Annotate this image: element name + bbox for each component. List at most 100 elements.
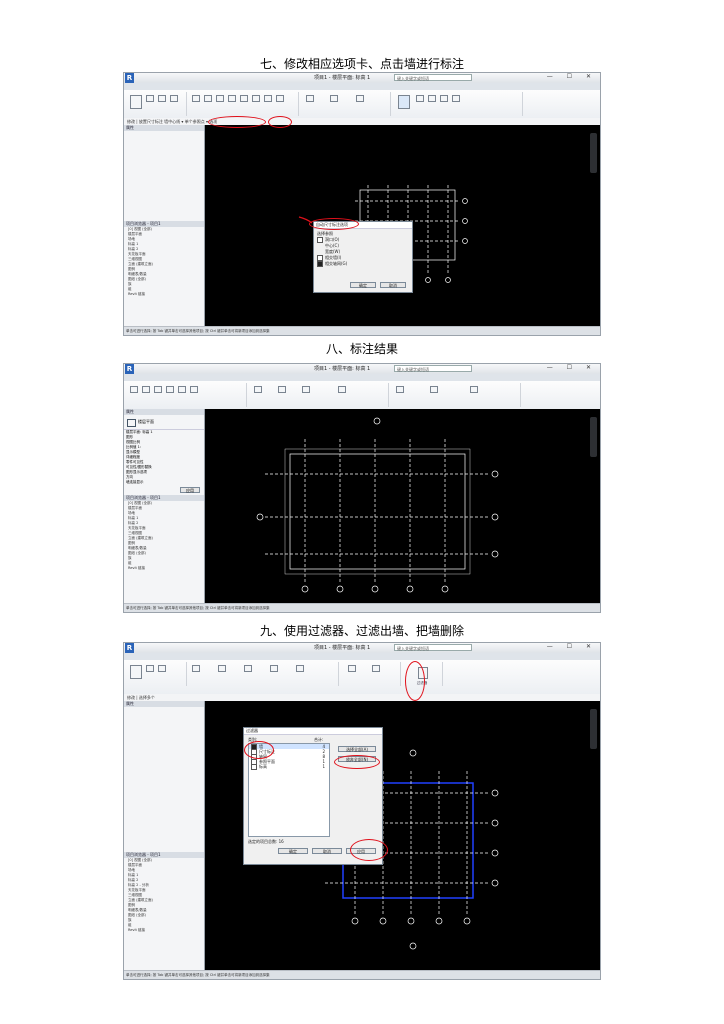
- align-icon[interactable]: [192, 665, 200, 672]
- move-icon[interactable]: [218, 665, 226, 672]
- modify-icon[interactable]: [130, 665, 142, 679]
- linear-dimension-icon[interactable]: [142, 386, 150, 393]
- text-icon[interactable]: [338, 386, 346, 393]
- tag-all-icon[interactable]: [430, 386, 438, 393]
- grid-bubble[interactable]: [409, 749, 417, 757]
- rotate-icon[interactable]: [252, 95, 260, 102]
- spot-elevation-icon[interactable]: [190, 386, 198, 393]
- delete-icon[interactable]: [296, 665, 304, 672]
- wall-outline[interactable]: [289, 453, 466, 570]
- checkbox[interactable]: [317, 261, 323, 267]
- type-selector[interactable]: 楼层平面: [124, 415, 204, 430]
- region-icon[interactable]: [278, 386, 286, 393]
- grid-bubble[interactable]: [491, 550, 499, 558]
- ok-button[interactable]: 确定: [278, 848, 308, 854]
- window-controls[interactable]: — ☐ ✕: [547, 364, 597, 371]
- tree-item[interactable]: Revit 链接: [128, 566, 204, 571]
- detail-line-icon[interactable]: [254, 386, 262, 393]
- navigation-bar[interactable]: [590, 709, 597, 749]
- grid-bubble[interactable]: [371, 585, 379, 593]
- trim-icon[interactable]: [264, 95, 272, 102]
- checkbox[interactable]: [251, 764, 257, 770]
- copy-icon[interactable]: [244, 665, 252, 672]
- window-controls[interactable]: — ☐ ✕: [547, 73, 597, 80]
- cut-icon[interactable]: [158, 665, 166, 672]
- measure-icon[interactable]: [372, 665, 380, 672]
- join-icon[interactable]: [170, 95, 178, 102]
- rotate-icon[interactable]: [270, 665, 278, 672]
- grid-bubble[interactable]: [301, 585, 309, 593]
- ok-button[interactable]: 确定: [350, 282, 376, 288]
- grid-bubble[interactable]: [491, 513, 499, 521]
- measure-icon[interactable]: [330, 95, 338, 102]
- grid-bubble[interactable]: [256, 513, 264, 521]
- view-icon[interactable]: [306, 95, 314, 102]
- search-input[interactable]: 键入关键字或短语: [394, 74, 472, 81]
- cut-icon[interactable]: [158, 95, 166, 102]
- grid-bubble[interactable]: [336, 585, 344, 593]
- navigation-bar[interactable]: [590, 417, 597, 457]
- view-icon[interactable]: [348, 665, 356, 672]
- grid-bubble[interactable]: [491, 789, 499, 797]
- revit-logo-icon[interactable]: R: [125, 73, 134, 83]
- linear-dimension-icon[interactable]: [416, 95, 424, 102]
- property-row[interactable]: 墙连接显示: [126, 480, 204, 485]
- component-icon[interactable]: [302, 386, 310, 393]
- move-icon[interactable]: [228, 95, 236, 102]
- drawing-canvas[interactable]: 自动尺寸标注选项 选择参照 洞口(O) 中心(C) 宽度(W) 相交墙(I) 相…: [205, 125, 600, 327]
- offset-icon[interactable]: [204, 95, 212, 102]
- grid-bubble[interactable]: [406, 585, 414, 593]
- apply-button[interactable]: 应用: [180, 487, 200, 493]
- paste-icon[interactable]: [146, 95, 154, 102]
- search-input[interactable]: 键入关键字或短语: [394, 365, 472, 372]
- symbol-icon[interactable]: [470, 386, 478, 393]
- grid-bubble[interactable]: [435, 917, 443, 925]
- revit-logo-icon[interactable]: R: [125, 364, 134, 374]
- angular-dimension-icon[interactable]: [428, 95, 436, 102]
- grid-bubble[interactable]: [407, 917, 415, 925]
- array-icon[interactable]: [276, 95, 284, 102]
- grid-bubble[interactable]: [373, 417, 381, 425]
- grid-bubble[interactable]: [491, 879, 499, 887]
- aligned-dimension-icon[interactable]: [130, 386, 138, 393]
- cancel-button[interactable]: 取消: [312, 848, 342, 854]
- aligned-dimension-icon[interactable]: [398, 95, 410, 109]
- tree-item[interactable]: Revit 链接: [128, 928, 204, 933]
- dimension-line[interactable]: [284, 448, 471, 575]
- arc-length-icon[interactable]: [178, 386, 186, 393]
- revit-logo-icon[interactable]: R: [125, 643, 134, 653]
- align-icon[interactable]: [192, 95, 200, 102]
- tree-item[interactable]: Revit 链接: [128, 292, 204, 297]
- intersecting-grids-option[interactable]: 相交轴网(G): [317, 261, 409, 267]
- modify-icon[interactable]: [130, 95, 142, 109]
- grid-bubble[interactable]: [463, 917, 471, 925]
- grid-bubble[interactable]: [409, 942, 417, 950]
- drawing-canvas[interactable]: [205, 409, 600, 604]
- window-controls[interactable]: — ☐ ✕: [547, 643, 597, 650]
- arc-length-icon[interactable]: [452, 95, 460, 102]
- radial-dimension-icon[interactable]: [440, 95, 448, 102]
- grid-bubble[interactable]: [351, 917, 359, 925]
- grid-bubble[interactable]: [379, 917, 387, 925]
- grid-bubble[interactable]: [491, 849, 499, 857]
- paste-icon[interactable]: [146, 665, 154, 672]
- radial-dimension-icon[interactable]: [166, 386, 174, 393]
- angular-dimension-icon[interactable]: [154, 386, 162, 393]
- mirror-icon[interactable]: [216, 95, 224, 102]
- navigation-bar[interactable]: [590, 133, 597, 173]
- search-input[interactable]: 键入关键字或短语: [394, 644, 472, 651]
- grid-bubble[interactable]: [491, 819, 499, 827]
- select-all-button[interactable]: 选择全部(A): [338, 746, 376, 752]
- create-icon[interactable]: [356, 95, 364, 102]
- grid-bubble[interactable]: [462, 238, 468, 244]
- grid-bubble[interactable]: [491, 470, 499, 478]
- filter-row[interactable]: 标高 1: [249, 764, 329, 770]
- grid-bubble[interactable]: [445, 277, 451, 283]
- tag-icon[interactable]: [396, 386, 404, 393]
- grid-bubble[interactable]: [425, 277, 431, 283]
- grid-bubble[interactable]: [462, 218, 468, 224]
- cancel-button[interactable]: 取消: [380, 282, 406, 288]
- checkbox[interactable]: [317, 237, 323, 243]
- grid-bubble[interactable]: [462, 198, 468, 204]
- copy-icon[interactable]: [240, 95, 248, 102]
